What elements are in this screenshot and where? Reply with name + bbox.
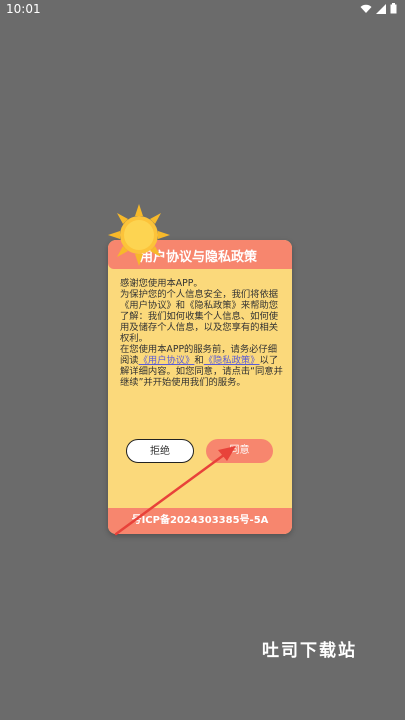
paragraph-2: 在您使用本APP的服务前，请务必仔细阅读《用户协议》和《隐私政策》以了解详细内容… <box>120 344 284 388</box>
battery-icon <box>390 3 397 14</box>
signal-icon <box>376 3 386 14</box>
status-bar: 10:01 <box>0 0 405 18</box>
watermark-text: 吐司下载站 <box>262 641 357 661</box>
p1-text-b: 和 <box>175 300 186 311</box>
user-agreement-link[interactable]: 《用户协议》 <box>139 355 195 366</box>
paragraph-1: 为保护您的个人信息安全，我们将依据《用户协议》和《隐私政策》来帮助您了解：我们如… <box>120 289 284 344</box>
p1-text-a: 为保护您的个人信息安全，我们将依据 <box>120 289 279 300</box>
dialog-body: 感谢您使用本APP。 为保护您的个人信息安全，我们将依据《用户协议》和《隐私政策… <box>120 278 284 388</box>
user-agreement-text[interactable]: 《用户协议》 <box>120 300 176 311</box>
greeting-text: 感谢您使用本APP。 <box>120 278 203 289</box>
status-icons <box>360 3 397 14</box>
arrow-annotation <box>114 446 236 536</box>
privacy-policy-text[interactable]: 《隐私政策》 <box>185 300 241 311</box>
sun-icon <box>108 204 170 266</box>
p2-text-b: 和 <box>194 355 204 366</box>
wifi-icon <box>360 4 372 13</box>
privacy-policy-link[interactable]: 《隐私政策》 <box>204 355 260 366</box>
status-time: 10:01 <box>6 2 41 16</box>
